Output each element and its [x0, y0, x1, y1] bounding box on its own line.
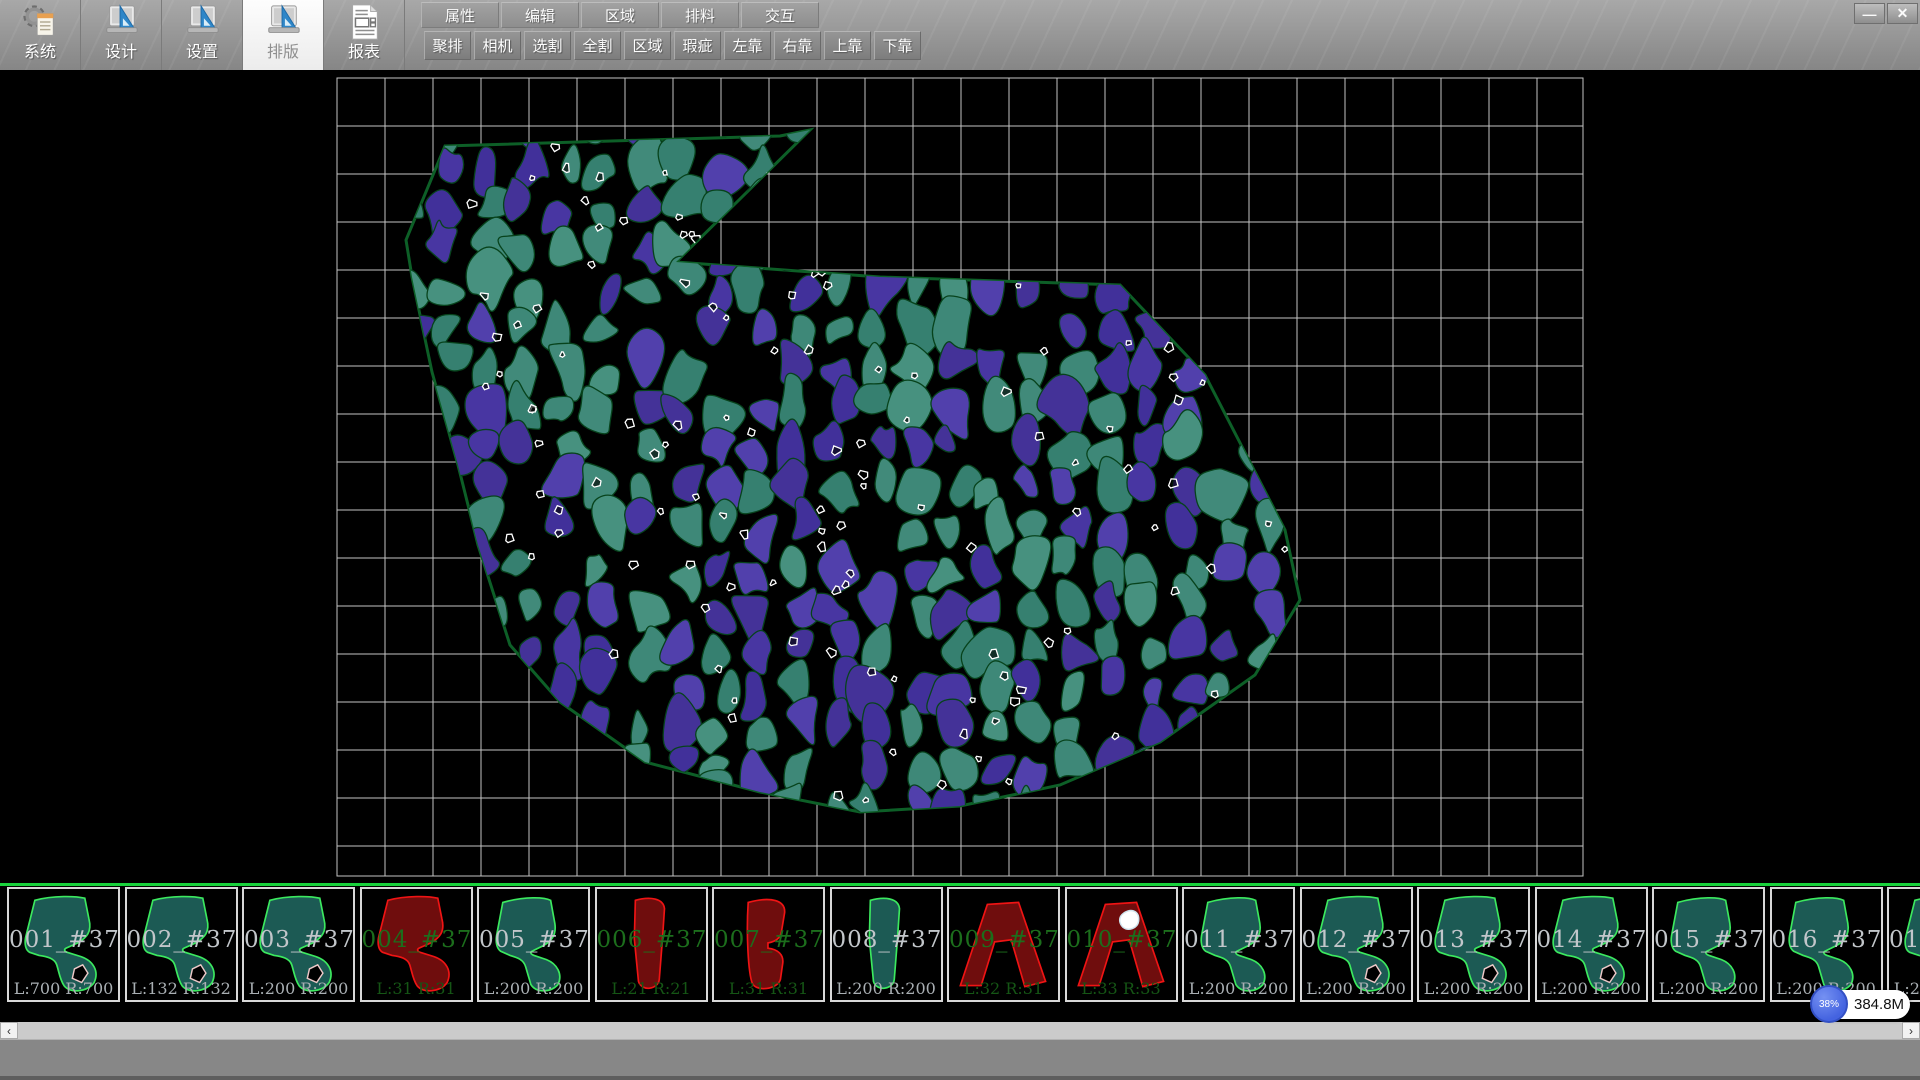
piece-count-label: L:200 R:200: [832, 979, 941, 998]
app-button-label: 排版: [267, 38, 299, 62]
action-button-左靠[interactable]: 左靠: [724, 31, 771, 60]
piece-count-label: L:200 R:200: [1537, 979, 1646, 998]
app-button-label: 系统: [24, 38, 56, 62]
piece-name: 015_#37: [1654, 927, 1763, 953]
piece-count-label: L:31 R:31: [714, 979, 823, 998]
action-button-全割[interactable]: 全割: [574, 31, 621, 60]
scroll-left-button[interactable]: ‹: [0, 1022, 18, 1039]
piece-name: 013_#37: [1419, 927, 1528, 953]
piece-name: 009_#37: [949, 927, 1058, 953]
piece-name: 004_#37: [362, 927, 471, 953]
piece-thumbnail-008_#37[interactable]: 008_#37 L:200 R:200: [830, 887, 943, 1002]
design-ruler-icon: [264, 3, 302, 37]
piece-name: 017_#37: [1889, 927, 1920, 953]
piece-count-label: L:200 R:200: [479, 979, 588, 998]
piece-count-label: L:132 R:132: [127, 979, 236, 998]
window-controls: — ✕: [1854, 3, 1918, 24]
piece-name: 012_#37: [1302, 927, 1411, 953]
menu-tab-属性[interactable]: 属性: [421, 2, 499, 28]
status-bar: [0, 1039, 1920, 1080]
piece-name: 005_#37: [479, 927, 588, 953]
piece-count-label: L:700 R:700: [9, 979, 118, 998]
app-launcher-buttons: 系统 设计 设置 排版 报表: [0, 0, 405, 70]
piece-thumbnail-010_#37[interactable]: 010_#37 L:33 R:33: [1065, 887, 1178, 1002]
action-button-瑕疵[interactable]: 瑕疵: [674, 31, 721, 60]
close-button[interactable]: ✕: [1887, 3, 1918, 24]
piece-thumbnail-011_#37[interactable]: 011_#37 L:200 R:200: [1182, 887, 1295, 1002]
piece-name: 014_#37: [1537, 927, 1646, 953]
piece-name: 010_#37: [1067, 927, 1176, 953]
piece-count-label: L:200 R:200: [244, 979, 353, 998]
action-button-右靠[interactable]: 右靠: [774, 31, 821, 60]
nest-layout-drawing[interactable]: [0, 70, 1920, 883]
action-buttons: 聚排相机选割全割区域瑕疵左靠右靠上靠下靠: [424, 31, 924, 61]
app-button-排版[interactable]: 排版: [243, 0, 324, 70]
toolbar: 系统设计设置排版报表 属性编辑区域排料交互 聚排相机选割全割区域瑕疵左靠右靠上靠…: [0, 0, 1920, 70]
piece-thumbnail-003_#37[interactable]: 003_#37 L:200 R:200: [242, 887, 355, 1002]
action-button-选割[interactable]: 选割: [524, 31, 571, 60]
scroll-right-button[interactable]: ›: [1902, 1022, 1920, 1039]
design-ruler-icon: [102, 3, 140, 37]
piece-name: 003_#37: [244, 927, 353, 953]
app-button-系统[interactable]: 系统: [0, 0, 81, 70]
menu-tab-交互[interactable]: 交互: [741, 2, 819, 28]
piece-count-label: L:33 R:33: [1067, 979, 1176, 998]
piece-thumbnail-004_#37[interactable]: 004_#37 L:31 R:31: [360, 887, 473, 1002]
piece-count-label: L:200 R:200: [1654, 979, 1763, 998]
piece-count-label: L:31 R:31: [362, 979, 471, 998]
minimize-button[interactable]: —: [1854, 3, 1885, 24]
piece-thumbnail-014_#37[interactable]: 014_#37 L:200 R:200: [1535, 887, 1648, 1002]
application-window: 系统设计设置排版报表 属性编辑区域排料交互 聚排相机选割全割区域瑕疵左靠右靠上靠…: [0, 0, 1920, 1080]
action-button-区域[interactable]: 区域: [624, 31, 671, 60]
piece-name: 006_#37: [597, 927, 706, 953]
piece-thumbnail-015_#37[interactable]: 015_#37 L:200 R:200: [1652, 887, 1765, 1002]
piece-name: 002_#37: [127, 927, 236, 953]
progress-circle: 38%: [1810, 985, 1848, 1023]
piece-thumbnail-009_#37[interactable]: 009_#37 L:32 R:31: [947, 887, 1060, 1002]
report-doc-icon: [345, 3, 383, 37]
piece-name: 001_#37: [9, 927, 118, 953]
action-button-上靠[interactable]: 上靠: [824, 31, 871, 60]
strip-divider: [0, 883, 1920, 886]
app-button-label: 设计: [105, 38, 137, 62]
piece-name: 008_#37: [832, 927, 941, 953]
progress-percent: 38%: [1819, 999, 1839, 1010]
menu-tab-排料[interactable]: 排料: [661, 2, 739, 28]
design-ruler-icon: [183, 3, 221, 37]
action-button-下靠[interactable]: 下靠: [874, 31, 921, 60]
piece-thumbnail-012_#37[interactable]: 012_#37 L:200 R:200: [1300, 887, 1413, 1002]
action-button-相机[interactable]: 相机: [474, 31, 521, 60]
nesting-canvas[interactable]: [0, 70, 1920, 883]
piece-name: 011_#37: [1184, 927, 1293, 953]
piece-thumbnail-001_#37[interactable]: 001_#37 L:700 R:700: [7, 887, 120, 1002]
piece-count-label: L:32 R:31: [949, 979, 1058, 998]
horizontal-scrollbar[interactable]: ‹ ›: [0, 1022, 1920, 1039]
piece-thumbnail-002_#37[interactable]: 002_#37 L:132 R:132: [125, 887, 238, 1002]
app-button-label: 设置: [186, 38, 218, 62]
app-button-设计[interactable]: 设计: [81, 0, 162, 70]
app-button-设置[interactable]: 设置: [162, 0, 243, 70]
menu-tab-区域[interactable]: 区域: [581, 2, 659, 28]
piece-count-label: L:21 R:21: [597, 979, 706, 998]
piece-thumbnail-013_#37[interactable]: 013_#37 L:200 R:200: [1417, 887, 1530, 1002]
pieces-strip: 001_#37 L:700 R:700 002_#37 L:132 R:132 003_…: [0, 883, 1920, 1022]
piece-count-label: L:200 R:200: [1302, 979, 1411, 998]
app-button-label: 报表: [348, 38, 380, 62]
app-button-报表[interactable]: 报表: [324, 0, 405, 70]
menu-tabs: 属性编辑区域排料交互: [421, 2, 821, 28]
piece-count-label: L:200 R:200: [1419, 979, 1528, 998]
piece-count-label: L:200 R:200: [1184, 979, 1293, 998]
menu-tab-编辑[interactable]: 编辑: [501, 2, 579, 28]
piece-thumbnail-005_#37[interactable]: 005_#37 L:200 R:200: [477, 887, 590, 1002]
piece-thumbnail-017_#37[interactable]: 017_#37L:200 R:200: [1887, 887, 1920, 1002]
memory-label: 384.8M: [1854, 996, 1904, 1013]
action-button-聚排[interactable]: 聚排: [424, 31, 471, 60]
piece-name: 007_#37: [714, 927, 823, 953]
piece-name: 016_#37: [1772, 927, 1881, 953]
piece-thumbnail-007_#37[interactable]: 007_#37 L:31 R:31: [712, 887, 825, 1002]
piece-thumbnail-006_#37[interactable]: 006_#37 L:21 R:21: [595, 887, 708, 1002]
gear-notes-icon: [21, 3, 59, 37]
